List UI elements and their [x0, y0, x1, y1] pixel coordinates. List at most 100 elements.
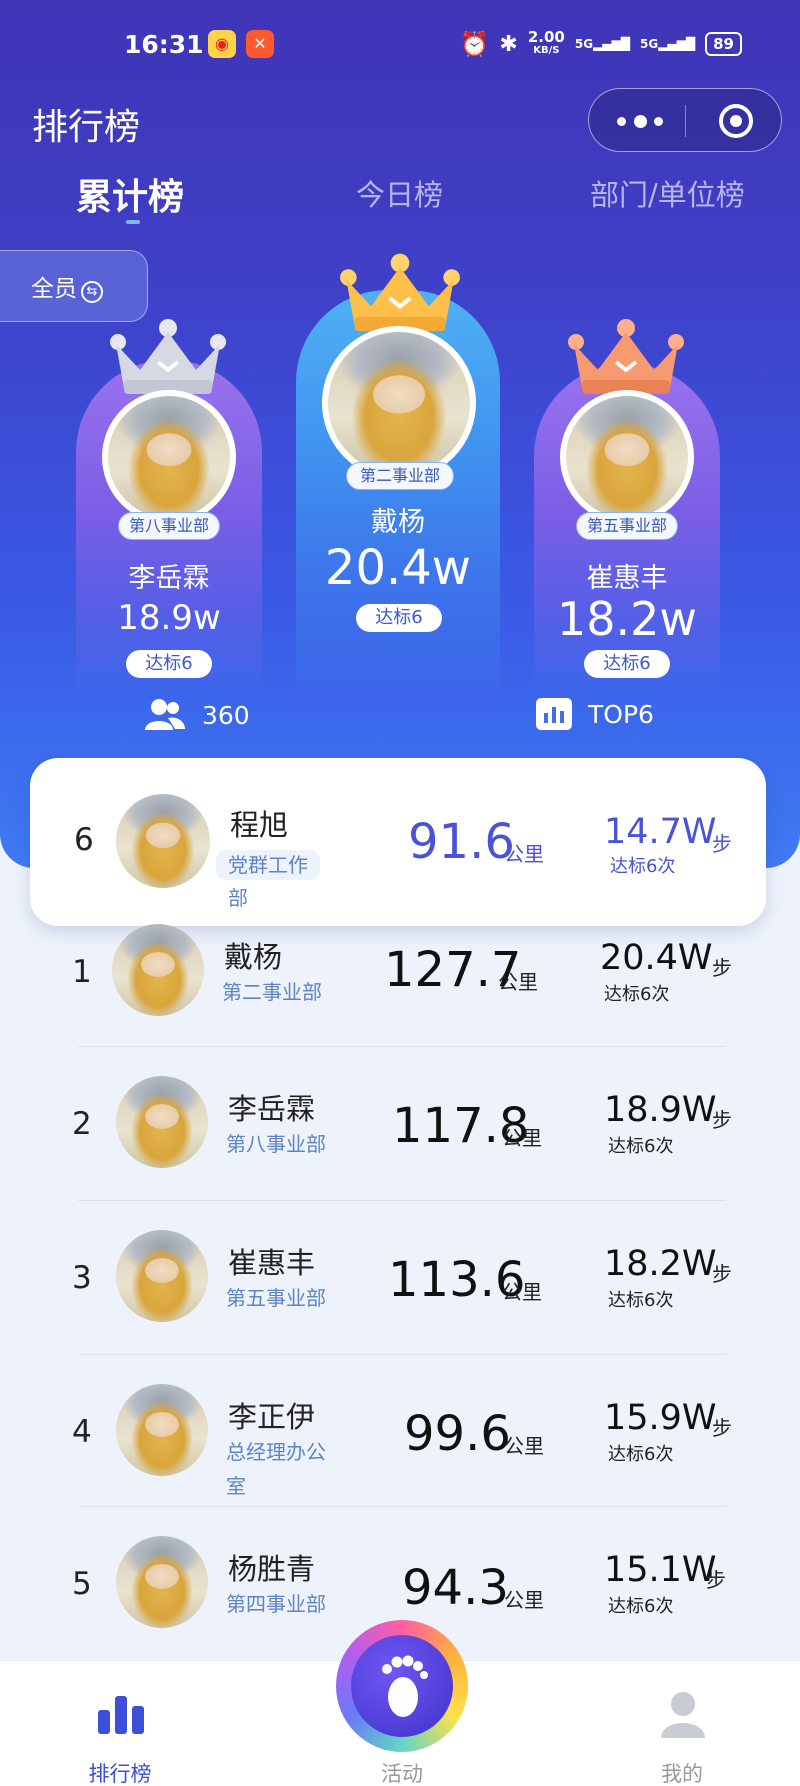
- avatar: [116, 1536, 208, 1628]
- rank-number: 6: [74, 822, 94, 858]
- users-icon: [145, 699, 185, 730]
- qualified-times: 达标6次: [608, 1290, 674, 1311]
- qualified-times: 达标6次: [610, 856, 676, 877]
- tab-ranking-label[interactable]: 排行榜: [60, 1758, 180, 1786]
- user-name: 李岳霖: [228, 1092, 316, 1126]
- steps-unit: 步: [706, 1568, 726, 1592]
- weibo-icon: ◉: [208, 30, 236, 58]
- rank-number: 4: [72, 1414, 92, 1450]
- steps-value: 14.7W: [604, 812, 717, 852]
- list-item[interactable]: 3 崔惠丰 第五事业部 113.6 公里 18.2W 步 达标6次: [0, 1230, 800, 1384]
- battery-icon: 89: [705, 32, 742, 56]
- tab-indicator: [126, 220, 140, 224]
- distance-value: 91.6: [408, 814, 515, 870]
- filter-all-button[interactable]: 全员 ⇆: [0, 250, 148, 322]
- dept-tag: 第八事业部: [118, 512, 220, 540]
- top-label: TOP6: [588, 699, 654, 729]
- avatar[interactable]: [560, 390, 694, 524]
- steps-value: 20.4W: [600, 938, 713, 978]
- steps-unit: 步: [712, 1262, 732, 1286]
- qualified-times: 达标6次: [608, 1596, 674, 1617]
- tab-mine-label[interactable]: 我的: [622, 1758, 742, 1786]
- user-name: 李正伊: [228, 1400, 316, 1434]
- distance-unit: 公里: [504, 1434, 544, 1458]
- rank-number: 1: [72, 954, 92, 990]
- network-speed: 2.00: [527, 28, 565, 46]
- avatar: [116, 1230, 208, 1322]
- steps-unit: 步: [712, 832, 732, 856]
- divider: [78, 1354, 726, 1355]
- tab-today[interactable]: 今日榜: [356, 172, 443, 214]
- tab-department[interactable]: 部门/单位榜: [590, 172, 745, 214]
- activity-button[interactable]: [336, 1620, 468, 1752]
- distance-value: 99.6: [404, 1406, 511, 1462]
- user-name: 杨胜青: [228, 1552, 316, 1586]
- distance-unit: 公里: [502, 1126, 542, 1150]
- footprint-icon: [382, 1655, 428, 1717]
- podium-steps: 20.4w: [324, 540, 472, 596]
- my-rank-row: 6 程旭 党群工作 部 91.6 公里 14.7W 步 达标6次: [0, 758, 800, 912]
- dept-tag: 第二事业部: [346, 462, 454, 490]
- rank-number: 5: [72, 1566, 92, 1602]
- distance-value: 94.3: [402, 1560, 509, 1616]
- podium-steps: 18.9w: [117, 598, 221, 638]
- bluetooth-icon: ✱: [499, 31, 518, 57]
- steps-value: 15.9W: [604, 1398, 717, 1438]
- user-dept: 第四事业部: [226, 1592, 326, 1616]
- avatar: [116, 1384, 208, 1476]
- user-dept-cont: 室: [226, 1474, 246, 1498]
- top-stat: TOP6: [536, 698, 654, 730]
- app-red-icon: ✕: [246, 30, 274, 58]
- tab-activity-label[interactable]: 活动: [342, 1758, 462, 1786]
- steps-unit: 步: [712, 1416, 732, 1440]
- podium-badge: 达标6: [126, 650, 212, 678]
- avatar[interactable]: [102, 390, 236, 524]
- mini-program-capsule: [588, 88, 782, 152]
- user-dept: 党群工作: [216, 850, 320, 880]
- gold-crown-icon: [340, 253, 460, 332]
- tab-cumulative[interactable]: 累计榜: [76, 168, 184, 220]
- qualified-times: 达标6次: [608, 1444, 674, 1465]
- rank-number: 2: [72, 1106, 92, 1142]
- participants-count: 360: [202, 700, 250, 730]
- podium-name: 李岳霖: [128, 563, 210, 594]
- user-icon: [661, 1692, 705, 1738]
- user-dept: 总经理办公: [226, 1440, 326, 1464]
- divider: [78, 1046, 726, 1047]
- steps-value: 18.9W: [604, 1090, 717, 1130]
- page-title: 排行榜: [32, 107, 141, 148]
- user-dept: 第二事业部: [222, 980, 322, 1004]
- more-button[interactable]: [617, 109, 663, 133]
- bronze-crown-icon: [568, 319, 684, 394]
- filter-label: 全员: [31, 276, 77, 302]
- bar-chart-icon: [536, 698, 572, 730]
- podium-badge: 达标6: [584, 650, 670, 678]
- divider: [78, 1200, 726, 1201]
- steps-unit: 步: [712, 956, 732, 980]
- user-dept: 第五事业部: [226, 1286, 326, 1310]
- distance-unit: 公里: [504, 1588, 544, 1612]
- steps-value: 15.1W: [604, 1550, 717, 1590]
- avatar: [116, 1076, 208, 1168]
- steps-value: 18.2W: [604, 1244, 717, 1284]
- podium-name: 崔惠丰: [586, 563, 668, 594]
- podium-name: 戴杨: [371, 507, 425, 538]
- podium-steps: 18.2w: [556, 592, 698, 646]
- list-item[interactable]: 1 戴杨 第二事业部 127.7 公里 20.4W 步 达标6次: [0, 924, 800, 1078]
- alarm-icon: ⏰: [459, 30, 490, 58]
- avatar: [112, 924, 204, 1016]
- steps-unit: 步: [712, 1108, 732, 1132]
- avatar[interactable]: [322, 326, 476, 480]
- qualified-times: 达标6次: [604, 984, 670, 1005]
- list-item[interactable]: 2 李岳霖 第八事业部 117.8 公里 18.9W 步 达标6次: [0, 1076, 800, 1230]
- podium-badge: 达标6: [356, 604, 442, 632]
- list-item[interactable]: 4 李正伊 总经理办公 室 99.6 公里 15.9W 步 达标6次: [0, 1384, 800, 1538]
- status-bar: 16:31 ◉ ✕ ⏰ ✱ 2.00 KB/S 5G▂▄▆█ 5G▂▄▆█ 89: [0, 0, 800, 92]
- user-name: 戴杨: [224, 940, 283, 974]
- qualified-times: 达标6次: [608, 1136, 674, 1157]
- silver-crown-icon: [110, 319, 226, 394]
- close-button[interactable]: [719, 104, 753, 138]
- dept-tag: 第五事业部: [576, 512, 678, 540]
- distance-unit: 公里: [502, 1280, 542, 1304]
- signal-icon-2: 5G▂▄▆█: [640, 37, 696, 51]
